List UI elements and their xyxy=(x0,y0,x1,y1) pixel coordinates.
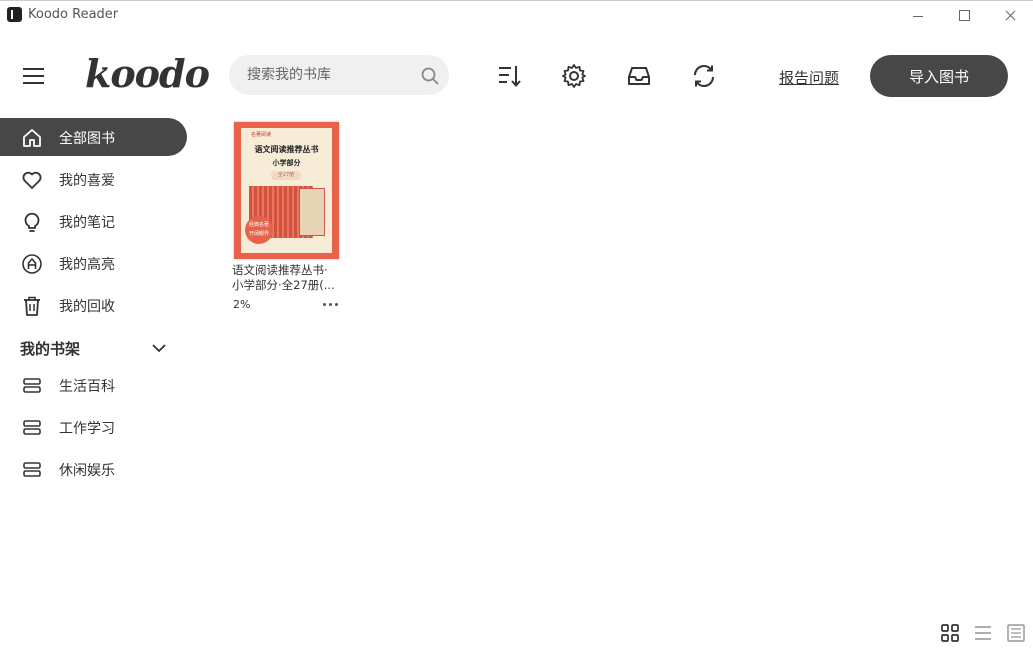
shelf-icon xyxy=(23,378,41,393)
sidebar-item-all-books[interactable]: 全部图书 xyxy=(0,118,187,156)
trash-icon xyxy=(24,296,40,316)
book-progress: 2% xyxy=(233,298,251,311)
minimize-button[interactable] xyxy=(895,1,941,31)
bulb-icon xyxy=(24,212,40,232)
app-logo: koodo xyxy=(85,51,210,96)
highlight-icon xyxy=(22,254,42,274)
cover-badge-line1: 经典名著 xyxy=(248,222,269,228)
sidebar-item-highlights[interactable]: 我的高亮 xyxy=(0,244,187,282)
shelf-label: 休闲娱乐 xyxy=(59,463,115,479)
report-issue-link[interactable]: 报告问题 xyxy=(779,67,839,88)
heart-icon xyxy=(22,171,42,189)
sidebar-item-label: 我的回收 xyxy=(59,299,115,315)
book-card[interactable]: 名著阅读 语文阅读推荐丛书 小学部分 全27册 经典名著 开阔眼界 语文阅读推荐… xyxy=(232,120,342,320)
settings-gear-icon[interactable] xyxy=(561,63,587,89)
list-view-icon[interactable] xyxy=(973,623,993,643)
book-cover[interactable]: 名著阅读 语文阅读推荐丛书 小学部分 全27册 经典名著 开阔眼界 xyxy=(234,122,339,259)
shelf-icon xyxy=(23,462,41,477)
grid-view-icon[interactable] xyxy=(940,623,960,643)
cover-badge-line2: 开阔眼界 xyxy=(248,231,269,237)
app-window: Koodo Reader koodo 报告问题 导入图书 xyxy=(0,0,1033,648)
sidebar-item-label: 我的笔记 xyxy=(59,215,115,231)
sidebar-item-label: 我的高亮 xyxy=(59,257,115,273)
shelf-icon xyxy=(23,420,41,435)
sidebar-item-favorites[interactable]: 我的喜爱 xyxy=(0,160,187,198)
more-options-icon[interactable] xyxy=(322,301,340,307)
import-books-button[interactable]: 导入图书 xyxy=(870,55,1008,97)
cover-subtitle: 小学部分 xyxy=(272,159,301,167)
sidebar-item-notes[interactable]: 我的笔记 xyxy=(0,202,187,240)
title-bar: Koodo Reader xyxy=(0,1,1033,31)
app-icon xyxy=(7,7,22,22)
cover-panel: 名著阅读 语文阅读推荐丛书 小学部分 全27册 经典名著 开阔眼界 xyxy=(241,128,332,253)
close-button[interactable] xyxy=(987,1,1033,31)
bookshelf-heading: 我的书架 xyxy=(20,340,81,358)
sync-icon[interactable] xyxy=(691,63,717,89)
sidebar-shelf-leisure[interactable]: 休闲娱乐 xyxy=(0,450,187,488)
cover-title: 语文阅读推荐丛书 xyxy=(254,145,319,154)
inbox-icon[interactable] xyxy=(626,63,652,89)
sidebar-item-label: 我的喜爱 xyxy=(59,173,115,189)
cover-series-text: 名著阅读 xyxy=(251,132,272,138)
shelf-label: 生活百科 xyxy=(59,379,115,395)
shelf-label: 工作学习 xyxy=(59,421,115,437)
cover-front-book-image xyxy=(299,188,325,236)
cover-volumes: 全27册 xyxy=(271,171,301,180)
maximize-button[interactable] xyxy=(941,1,987,31)
sidebar-item-label: 全部图书 xyxy=(59,131,115,147)
home-icon xyxy=(23,129,41,147)
sidebar-item-trash[interactable]: 我的回收 xyxy=(0,286,187,324)
search-box[interactable] xyxy=(229,55,449,95)
sidebar-shelf-life[interactable]: 生活百科 xyxy=(0,366,187,404)
search-input[interactable] xyxy=(247,55,417,95)
search-icon[interactable] xyxy=(421,67,439,85)
cover-badge: 经典名著 开阔眼界 xyxy=(245,216,273,244)
book-title[interactable]: 语文阅读推荐丛书·小学部分·全27册(... xyxy=(232,263,338,293)
cover-view-icon[interactable] xyxy=(1006,623,1026,643)
sidebar-shelf-work[interactable]: 工作学习 xyxy=(0,408,187,446)
menu-icon[interactable] xyxy=(23,67,45,85)
chevron-down-icon[interactable] xyxy=(150,339,168,357)
window-title: Koodo Reader xyxy=(28,7,119,22)
sort-icon[interactable] xyxy=(497,63,523,89)
